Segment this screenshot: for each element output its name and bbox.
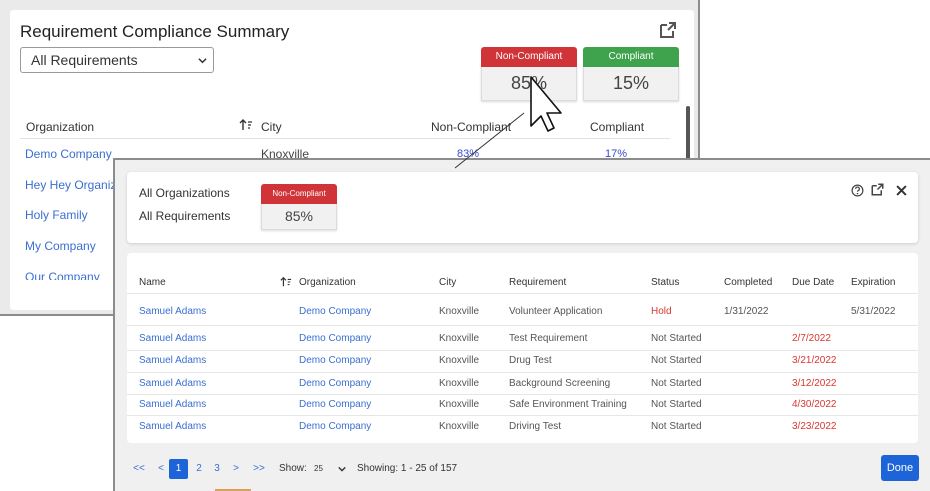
column-header-organization[interactable]: Organization [26, 120, 94, 134]
page-1-button[interactable]: 1 [169, 459, 188, 479]
compliant-label: Compliant [583, 47, 679, 67]
column-header-name[interactable]: Name [139, 277, 166, 288]
done-button[interactable]: Done [881, 455, 919, 481]
row-divider [127, 394, 918, 395]
modal-non-compliant-value: 85% [261, 204, 337, 230]
status-cell: Not Started [651, 399, 702, 410]
prev-page-button[interactable]: < [153, 463, 169, 474]
row-divider [127, 350, 918, 351]
page-size-value: 25 [314, 464, 323, 473]
status-cell: Not Started [651, 333, 702, 344]
page-size-select[interactable]: 25 [308, 461, 348, 477]
organization-link[interactable]: Demo Company [299, 399, 371, 410]
due-date-cell: 3/12/2022 [792, 378, 837, 389]
city-cell: Knoxville [439, 421, 480, 432]
status-cell: Not Started [651, 355, 702, 366]
completed-cell: 1/31/2022 [724, 306, 769, 317]
city-cell: Knoxville [439, 378, 480, 389]
scope-organization: All Organizations [139, 186, 230, 200]
row-divider [127, 325, 918, 326]
city-cell: Knoxville [439, 399, 480, 410]
org-link[interactable]: Our Company [25, 270, 100, 280]
showing-count: Showing: 1 - 25 of 157 [357, 463, 458, 474]
name-link[interactable]: Samuel Adams [139, 378, 206, 389]
help-icon[interactable] [851, 184, 864, 197]
chevron-down-icon [198, 58, 207, 64]
org-link[interactable]: My Company [25, 239, 96, 253]
column-header-expiration[interactable]: Expiration [851, 277, 895, 288]
city-cell: Knoxville [439, 306, 480, 317]
org-link[interactable]: Hey Hey Organiza [25, 178, 123, 192]
modal-non-compliant-label: Non-Compliant [261, 184, 337, 204]
name-link[interactable]: Samuel Adams [139, 421, 206, 432]
status-cell: Not Started [651, 421, 702, 432]
pagination-footer: << < 1 2 3 > >> Show: 25 Showing: 1 - 25… [115, 453, 930, 491]
requirement-cell: Test Requirement [509, 333, 588, 344]
organization-link[interactable]: Demo Company [299, 355, 371, 366]
organization-link[interactable]: Demo Company [299, 306, 371, 317]
compliant-value: 15% [583, 67, 679, 101]
requirement-filter-value: All Requirements [31, 52, 138, 68]
organization-link[interactable]: Demo Company [299, 378, 371, 389]
scope-requirement: All Requirements [139, 209, 231, 223]
requirement-cell: Volunteer Application [509, 306, 603, 317]
row-divider [127, 415, 918, 416]
row-divider [127, 372, 918, 373]
column-header-due-date[interactable]: Due Date [792, 277, 834, 288]
name-link[interactable]: Samuel Adams [139, 355, 206, 366]
city-cell: Knoxville [439, 333, 480, 344]
page-title: Requirement Compliance Summary [20, 22, 290, 41]
sort-icon[interactable] [239, 118, 253, 132]
sort-icon[interactable] [280, 276, 292, 288]
name-link[interactable]: Samuel Adams [139, 333, 206, 344]
status-cell: Hold [651, 306, 672, 317]
requirement-cell: Background Screening [509, 378, 611, 389]
name-link[interactable]: Samuel Adams [139, 399, 206, 410]
column-header-status[interactable]: Status [651, 277, 679, 288]
org-link[interactable]: Holy Family [25, 208, 88, 222]
external-link-icon[interactable] [870, 182, 885, 197]
expiration-cell: 5/31/2022 [851, 306, 896, 317]
modal-summary-card: All Organizations All Requirements Non-C… [127, 172, 918, 243]
column-header-organization[interactable]: Organization [299, 277, 356, 288]
column-header-city[interactable]: City [439, 277, 456, 288]
column-header-non-compliant[interactable]: Non-Compliant [431, 120, 511, 134]
requirement-cell: Safe Environment Training [509, 399, 627, 410]
header-divider [127, 293, 918, 294]
external-link-icon[interactable] [658, 20, 678, 40]
requirement-filter-select[interactable]: All Requirements [20, 47, 214, 73]
modal-non-compliant-stat: Non-Compliant 85% [261, 184, 337, 230]
due-date-cell: 4/30/2022 [792, 399, 837, 410]
non-compliant-value: 85% [481, 67, 577, 101]
first-page-button[interactable]: << [131, 463, 147, 474]
page-2-button[interactable]: 2 [191, 463, 207, 474]
non-compliant-stat[interactable]: Non-Compliant 85% [481, 47, 577, 101]
city-cell: Knoxville [439, 355, 480, 366]
requirement-table: Name Organization City Requirement Statu… [127, 253, 918, 443]
compliance-detail-modal: All Organizations All Requirements Non-C… [113, 158, 930, 491]
column-header-compliant[interactable]: Compliant [590, 120, 644, 134]
due-date-cell: 3/21/2022 [792, 355, 837, 366]
non-compliant-label: Non-Compliant [481, 47, 577, 67]
close-icon[interactable] [896, 185, 907, 196]
organization-link[interactable]: Demo Company [299, 333, 371, 344]
column-header-completed[interactable]: Completed [724, 277, 772, 288]
column-header-requirement[interactable]: Requirement [509, 277, 566, 288]
next-page-button[interactable]: > [228, 463, 244, 474]
requirement-cell: Drug Test [509, 355, 552, 366]
due-date-cell: 3/23/2022 [792, 421, 837, 432]
header-divider [20, 138, 670, 139]
column-header-city[interactable]: City [261, 120, 282, 134]
show-label: Show: [279, 463, 307, 474]
chevron-down-icon [338, 466, 346, 472]
page-3-button[interactable]: 3 [209, 463, 225, 474]
compliant-stat[interactable]: Compliant 15% [583, 47, 679, 101]
requirement-cell: Driving Test [509, 421, 562, 432]
org-link[interactable]: Demo Company [25, 147, 112, 161]
due-date-cell: 2/7/2022 [792, 333, 831, 344]
status-cell: Not Started [651, 378, 702, 389]
name-link[interactable]: Samuel Adams [139, 306, 206, 317]
organization-link[interactable]: Demo Company [299, 421, 371, 432]
last-page-button[interactable]: >> [249, 463, 269, 474]
